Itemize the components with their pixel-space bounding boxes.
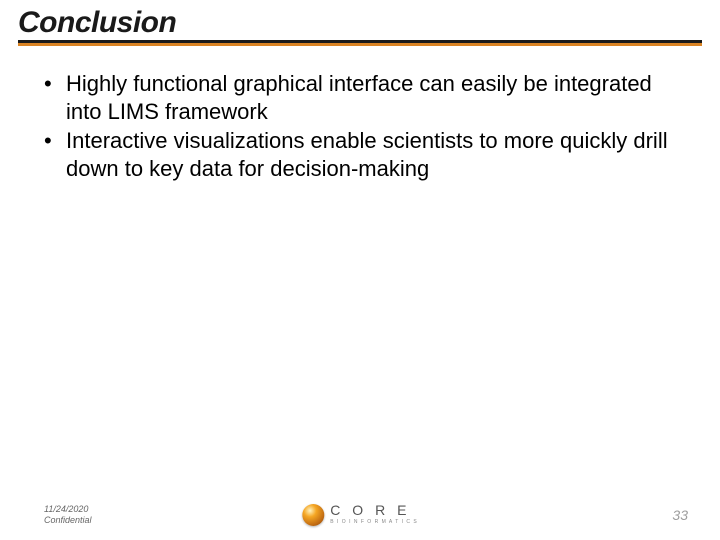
footer-logo: C O R E B I O I N F O R M A T I C S bbox=[302, 504, 417, 526]
footer: 11/24/2020 Confidential C O R E B I O I … bbox=[0, 504, 720, 526]
bullet-list: Highly functional graphical interface ca… bbox=[44, 70, 688, 182]
footer-left: 11/24/2020 Confidential bbox=[44, 504, 92, 526]
logo-subtext: B I O I N F O R M A T I C S bbox=[330, 519, 417, 525]
footer-confidential: Confidential bbox=[44, 515, 92, 526]
page-number: 33 bbox=[672, 507, 688, 523]
logo-orb-icon bbox=[302, 504, 324, 526]
logo-word: C O R E bbox=[330, 502, 417, 518]
logo-text-wrap: C O R E B I O I N F O R M A T I C S bbox=[330, 505, 417, 525]
slide: Conclusion Highly functional graphical i… bbox=[0, 0, 720, 540]
title-block: Conclusion bbox=[0, 0, 720, 43]
list-item: Highly functional graphical interface ca… bbox=[44, 70, 688, 125]
footer-date: 11/24/2020 bbox=[44, 504, 92, 515]
content-area: Highly functional graphical interface ca… bbox=[0, 46, 720, 182]
list-item: Interactive visualizations enable scient… bbox=[44, 127, 688, 182]
slide-title: Conclusion bbox=[18, 6, 702, 43]
